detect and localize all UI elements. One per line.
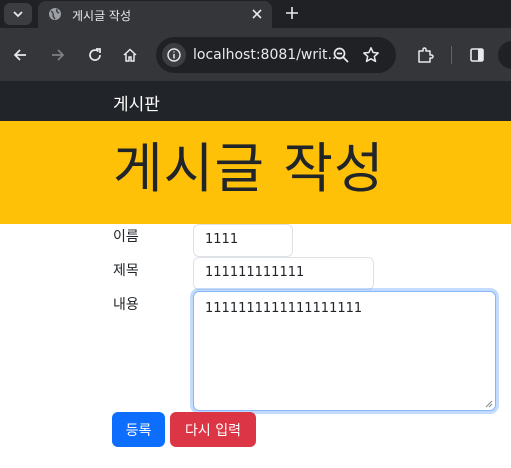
forward-button[interactable]	[48, 45, 68, 65]
content-label: 내용	[113, 297, 139, 313]
reset-button[interactable]: 다시 입력	[170, 412, 256, 447]
home-icon	[123, 48, 137, 62]
profile-button[interactable]	[498, 41, 511, 69]
title-field[interactable]: 111111111111	[193, 257, 374, 290]
navbar-brand[interactable]: 게시판	[113, 90, 160, 115]
toolbar-separator	[451, 46, 452, 64]
reload-icon	[89, 48, 101, 61]
content-textarea[interactable]: 1111111111111111111	[193, 291, 496, 411]
extensions-button[interactable]	[415, 45, 435, 65]
extensions-icon	[418, 47, 434, 63]
page-title: 게시글 작성	[113, 137, 385, 200]
side-panel-button[interactable]	[467, 45, 487, 65]
chevron-down-icon	[13, 11, 23, 18]
browser-toolbar: localhost:8081/writ...	[0, 28, 511, 81]
navbar: 게시판	[0, 81, 511, 121]
name-field[interactable]: 1111	[193, 224, 293, 257]
globe-icon	[49, 8, 61, 20]
zoom-icon[interactable]	[332, 46, 350, 64]
info-icon	[167, 48, 181, 62]
home-button[interactable]	[120, 45, 140, 65]
reload-button[interactable]	[85, 45, 105, 65]
tab-title: 게시글 작성	[72, 9, 132, 23]
close-icon[interactable]	[250, 7, 264, 21]
title-label: 제목	[113, 263, 139, 279]
star-icon[interactable]	[362, 46, 380, 64]
url-text[interactable]: localhost:8081/writ...	[193, 47, 341, 63]
content-text: 1111111111111111111	[205, 301, 363, 316]
forward-icon	[52, 49, 65, 61]
address-bar[interactable]: localhost:8081/writ...	[156, 37, 396, 73]
tab-search-button[interactable]	[4, 3, 32, 25]
site-info-button[interactable]	[162, 43, 186, 67]
side-panel-icon	[470, 48, 484, 62]
submit-button[interactable]: 등록	[112, 412, 165, 447]
hero-banner: 게시글 작성	[0, 121, 511, 224]
tab-strip: 게시글 작성	[0, 0, 511, 28]
name-label: 이름	[113, 229, 139, 245]
back-button[interactable]	[10, 45, 30, 65]
browser-tab[interactable]: 게시글 작성	[38, 1, 272, 28]
back-icon	[13, 49, 26, 61]
new-tab-icon[interactable]	[284, 5, 300, 21]
resize-handle-icon[interactable]	[485, 400, 493, 408]
